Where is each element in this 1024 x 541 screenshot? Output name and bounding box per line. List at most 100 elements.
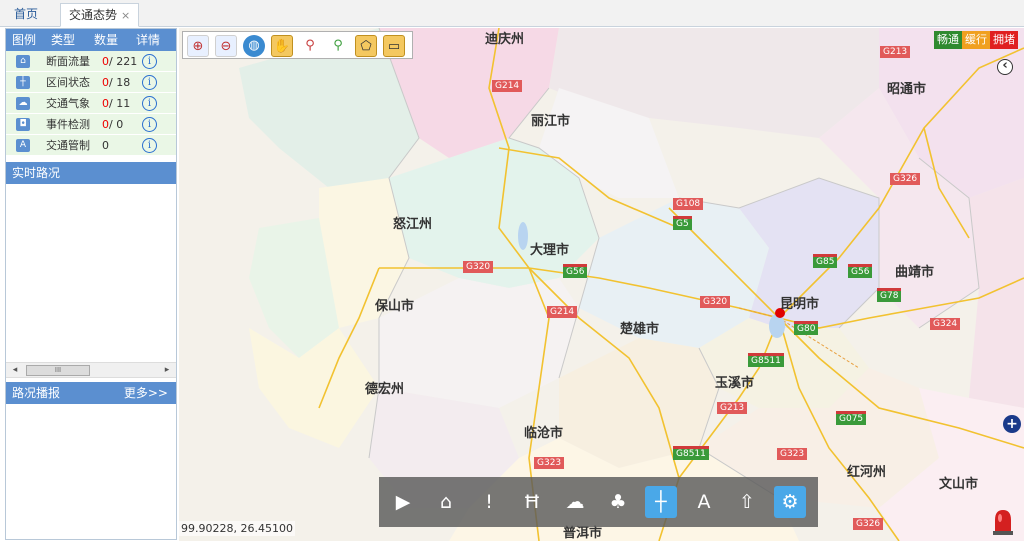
- traffic-control-icon: A: [16, 139, 30, 152]
- road-shield: G108: [673, 198, 704, 210]
- map-view[interactable]: 迪庆州 丽江市 昭通市 怒江州 大理市 曲靖市 保山市 昆明市 楚雄市 德宏州 玉溪市 临沧市 红河州文…: [179, 28, 1024, 541]
- road-shield: G80: [794, 321, 819, 335]
- interval-status-icon[interactable]: ┼: [645, 486, 677, 518]
- weather-icon[interactable]: ☁: [559, 486, 591, 518]
- road-shield: G320: [463, 261, 494, 273]
- status-smooth: 畅通: [934, 31, 962, 49]
- info-icon[interactable]: i: [142, 75, 157, 90]
- legend-header-detail: 详情: [135, 33, 160, 47]
- legend-row: A 交通管制 0 i: [6, 135, 176, 156]
- realtime-header: 实时路况: [6, 162, 176, 184]
- close-icon[interactable]: ×: [121, 9, 130, 22]
- settings-icon[interactable]: ⚙: [774, 486, 806, 518]
- road-shield: G323: [534, 457, 565, 469]
- add-icon[interactable]: +: [1003, 415, 1021, 433]
- status-jam: 拥堵: [990, 31, 1018, 49]
- legend-header-count: 数量: [93, 33, 118, 47]
- zoom-rect-out-icon[interactable]: ⚲: [299, 35, 321, 57]
- traffic-status-legend: 畅通 缓行 拥堵: [934, 31, 1018, 49]
- info-icon[interactable]: i: [142, 138, 157, 153]
- camera-icon[interactable]: ▶: [387, 486, 419, 518]
- info-icon[interactable]: i: [142, 117, 157, 132]
- city-label: 昭通市: [887, 82, 927, 97]
- legend-row-label: 事件检测: [46, 118, 90, 131]
- road-shield: G85: [813, 254, 838, 268]
- road-shield: G320: [700, 296, 731, 308]
- legend-row-label: 交通管制: [46, 139, 90, 152]
- event-icon[interactable]: ⇧: [731, 486, 763, 518]
- event-detect-icon: ◘: [16, 118, 30, 131]
- city-label: 红河州: [847, 465, 887, 480]
- city-label: 曲靖市: [895, 265, 935, 280]
- city-label: 玉溪市: [715, 376, 755, 391]
- toll-gate-icon[interactable]: Ħ: [516, 486, 548, 518]
- city-label: 丽江市: [531, 114, 571, 129]
- zoom-in-icon[interactable]: ⊕: [187, 35, 209, 57]
- legend-header-type: 类型: [50, 33, 75, 47]
- weather-icon: ☁: [16, 97, 30, 110]
- city-label: 德宏州: [365, 382, 405, 397]
- zoom-rect-in-icon[interactable]: ⚲: [327, 35, 349, 57]
- road-shield: G8511: [673, 446, 709, 460]
- map-toolbar: ⊕ ⊖ ◍ ✋ ⚲ ⚲ ⬠ ▭: [182, 31, 413, 59]
- tab-traffic-label: 交通态势: [69, 8, 118, 22]
- scroll-thumb[interactable]: III: [26, 365, 90, 376]
- map-background: [239, 28, 1024, 541]
- scroll-right-icon[interactable]: ▸: [160, 363, 174, 377]
- more-link[interactable]: 更多>>: [124, 382, 168, 404]
- legend-row: ◘ 事件检测 0/ 0 i: [6, 114, 176, 135]
- legend-row-count: 0/ 11: [102, 97, 131, 110]
- road-shield: G78: [877, 288, 902, 302]
- interval-icon: ┼: [16, 76, 30, 89]
- tab-home-label: 首页: [14, 7, 39, 21]
- road-shield: G075: [836, 411, 867, 425]
- legend-row-count: 0/ 221: [102, 55, 138, 68]
- tab-bar: 首页 交通态势 ×: [0, 0, 1024, 27]
- legend-row-label: 断面流量: [46, 55, 90, 68]
- select-rect-icon[interactable]: ▭: [383, 35, 405, 57]
- control-icon[interactable]: A: [688, 486, 720, 518]
- road-shield: G326: [890, 173, 921, 185]
- legend-row-count: 0/ 18: [102, 76, 131, 89]
- coordinate-readout: 99.90228, 26.45100: [179, 521, 295, 536]
- globe-icon[interactable]: ◍: [243, 35, 265, 57]
- road-shield: G56: [563, 264, 588, 278]
- info-icon[interactable]: i: [142, 96, 157, 111]
- legend-row: ┼ 区间状态 0/ 18 i: [6, 72, 176, 93]
- road-shield: G214: [492, 80, 523, 92]
- info-icon[interactable]: i: [142, 54, 157, 69]
- realtime-title: 实时路况: [12, 166, 61, 180]
- collapse-icon[interactable]: ‹: [997, 59, 1013, 75]
- capture-title: 路况播报: [12, 386, 61, 400]
- section-flow-icon[interactable]: ⌂: [430, 486, 462, 518]
- alert-icon[interactable]: !: [473, 486, 505, 518]
- tab-home[interactable]: 首页: [6, 3, 46, 27]
- road-shield: G56: [848, 264, 873, 278]
- city-label: 文山市: [939, 477, 979, 492]
- legend-row-label: 交通气象: [46, 97, 90, 110]
- tab-traffic[interactable]: 交通态势 ×: [60, 3, 140, 27]
- network-icon[interactable]: ♣: [602, 486, 634, 518]
- bottom-toolbar: ▶ ⌂! Ħ ☁ ♣ ┼ A ⇧ ⚙: [379, 477, 818, 527]
- road-shield: G213: [880, 46, 911, 58]
- select-polygon-icon[interactable]: ⬠: [355, 35, 377, 57]
- city-label: 楚雄市: [620, 322, 660, 337]
- left-panel: 图例 类型 数量 详情 ⌂ 断面流量 0/ 221 i ┼ 区间状态 0/ 18 i ☁ 交通气象 0/ …: [5, 28, 177, 540]
- road-shield: G8511: [748, 353, 784, 367]
- road-shield: G5: [673, 216, 692, 230]
- road-shield: G324: [930, 318, 961, 330]
- legend-row-count: 0/ 0: [102, 118, 124, 131]
- status-slow: 缓行: [962, 31, 990, 49]
- legend-row-label: 区间状态: [46, 76, 90, 89]
- city-label: 怒江州: [393, 217, 433, 232]
- legend-row: ⌂ 断面流量 0/ 221 i: [6, 51, 176, 72]
- pan-hand-icon[interactable]: ✋: [271, 35, 293, 57]
- city-label: 昆明市: [780, 297, 820, 312]
- capture-header: 路况播报 更多>>: [6, 382, 176, 404]
- legend-row-count: 0: [102, 139, 109, 152]
- alarm-icon[interactable]: [991, 508, 1015, 536]
- horizontal-scrollbar[interactable]: ◂ III ▸: [6, 362, 176, 378]
- zoom-out-icon[interactable]: ⊖: [215, 35, 237, 57]
- road-section-icon: ⌂: [16, 55, 30, 68]
- scroll-left-icon[interactable]: ◂: [8, 363, 22, 377]
